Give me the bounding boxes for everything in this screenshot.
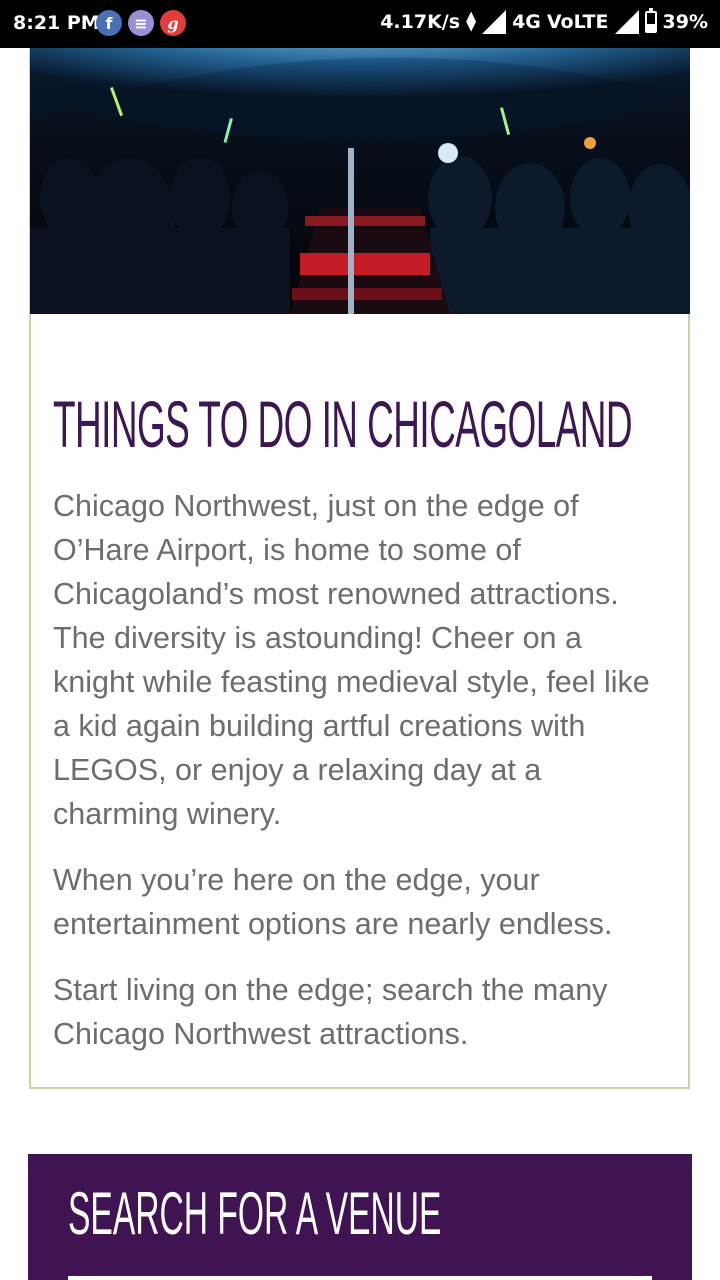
paragraph-cta: Start living on the edge; search the man…	[53, 973, 608, 1051]
venue-search-panel: SEARCH FOR A VENUE	[28, 1154, 692, 1280]
attractions-description: Chicago Northwest, just on the edge of O…	[53, 484, 653, 1078]
network-type: 4G	[512, 11, 541, 33]
paragraph-options: When you’re here on the edge, your enter…	[53, 863, 613, 941]
battery-fill	[646, 23, 655, 31]
paragraph-intro: Chicago Northwest, just on the edge of O…	[53, 489, 650, 831]
battery-icon	[644, 8, 657, 33]
data-transfer-icon: ▲ ▼	[466, 9, 477, 34]
signal-icon	[482, 10, 507, 34]
gaana-icon: g	[160, 10, 186, 36]
search-title: SEARCH FOR A VENUE	[68, 1180, 442, 1247]
notification-icons: f ≡ g	[96, 10, 186, 36]
status-bar: 8:21 PM f ≡ g 4.17K/s ▲ ▼ 4G VoLTE 39%	[0, 0, 720, 48]
page-title: THINGS TO DO IN CHICAGOLAND	[53, 387, 633, 461]
status-right: 4.17K/s ▲ ▼ 4G VoLTE 39%	[380, 8, 708, 34]
facebook-icon: f	[96, 10, 122, 36]
battery-percent: 39%	[662, 11, 708, 33]
screen: 8:21 PM f ≡ g 4.17K/s ▲ ▼ 4G VoLTE 39% T…	[0, 0, 720, 1280]
messenger-icon: ≡	[128, 10, 154, 36]
volte-label: VoLTE	[546, 11, 609, 33]
status-time: 8:21 PM	[13, 12, 100, 34]
hero-illustration	[30, 48, 690, 314]
network-speed: 4.17K/s	[380, 11, 461, 33]
venue-search-input[interactable]	[68, 1276, 652, 1280]
signal-icon-2	[614, 10, 639, 34]
planetarium-hero-image	[30, 48, 690, 314]
